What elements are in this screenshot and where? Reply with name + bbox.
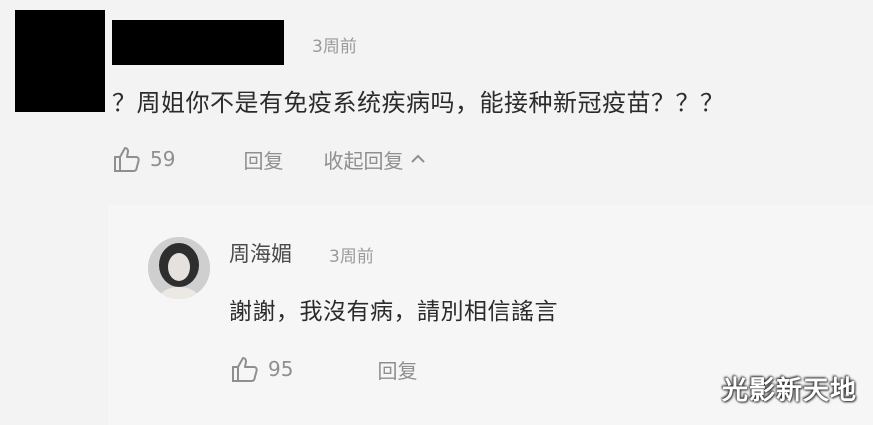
comment-actions: 59 回复 收起回复 bbox=[112, 145, 427, 173]
collapse-replies-button[interactable]: 收起回复 bbox=[323, 145, 427, 174]
watermark: 光影新天地 bbox=[721, 376, 857, 406]
avatar[interactable] bbox=[148, 237, 210, 299]
comment-timestamp: 3周前 bbox=[312, 37, 357, 57]
reply-author[interactable]: 周海媚 bbox=[229, 238, 292, 268]
comment-text: ？周姐你不是有免疫系统疾病吗，能接种新冠疫苗？？？ bbox=[112, 89, 725, 117]
reply-actions: 95 回复 bbox=[230, 355, 457, 383]
like-count: 95 bbox=[268, 357, 294, 381]
thumbs-up-icon[interactable] bbox=[230, 355, 260, 383]
collapse-replies-label: 收起回复 bbox=[323, 148, 404, 173]
like-count: 59 bbox=[150, 147, 176, 171]
redacted-username bbox=[112, 20, 284, 65]
chevron-up-icon bbox=[411, 154, 426, 163]
redacted-avatar bbox=[15, 10, 105, 112]
comment-thread: 3周前 ？周姐你不是有免疫系统疾病吗，能接种新冠疫苗？？？ 59 回复 收起回复… bbox=[0, 0, 873, 425]
reply-timestamp: 3周前 bbox=[329, 247, 374, 267]
reply-text: 謝謝，我沒有病，請別相信謠言 bbox=[229, 299, 558, 325]
reply-button[interactable]: 回复 bbox=[377, 355, 417, 384]
reply-button[interactable]: 回复 bbox=[243, 145, 283, 174]
thumbs-up-icon[interactable] bbox=[112, 145, 142, 173]
